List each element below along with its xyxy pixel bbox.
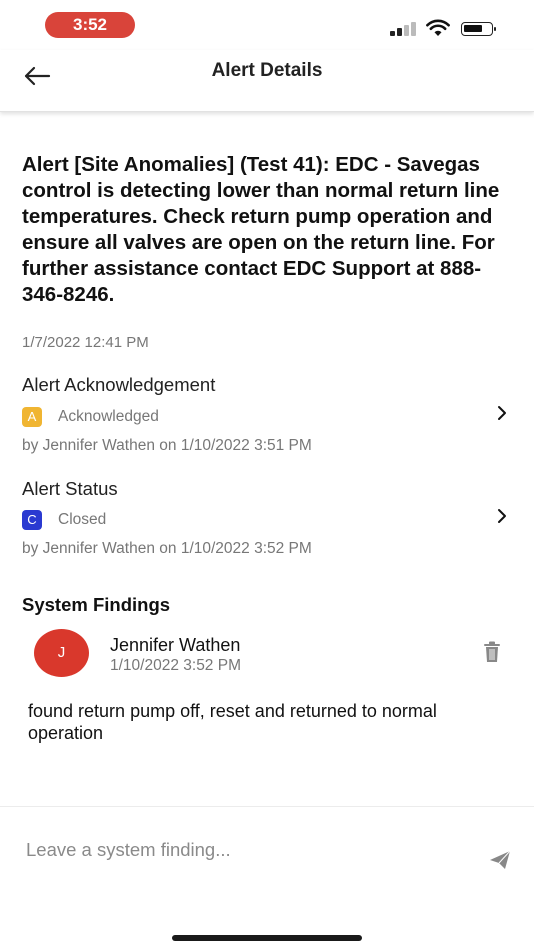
acknowledgement-status: Acknowledged <box>58 408 159 425</box>
alert-status-value: Closed <box>58 511 107 528</box>
acknowledgement-by: by Jennifer Wathen on 1/10/2022 3:51 PM <box>22 437 312 454</box>
chevron-right-icon[interactable] <box>494 506 510 526</box>
battery-icon <box>461 22 496 36</box>
finding-date: 1/10/2022 3:52 PM <box>110 657 241 674</box>
home-indicator <box>172 935 362 941</box>
send-icon[interactable] <box>488 849 512 871</box>
finding-text: found return pump off, reset and returne… <box>28 701 437 743</box>
cellular-signal-icon <box>390 22 418 36</box>
alert-status-by: by Jennifer Wathen on 1/10/2022 3:52 PM <box>22 540 312 557</box>
status-time: 3:52 <box>45 12 135 38</box>
alert-date: 1/7/2022 12:41 PM <box>22 334 149 351</box>
page-title: Alert Details <box>211 60 323 81</box>
avatar: J <box>34 629 89 677</box>
acknowledgement-title: Alert Acknowledgement <box>22 374 216 395</box>
alert-message: Alert [Site Anomalies] (Test 41): EDC - … <box>22 153 500 306</box>
system-findings-title: System Findings <box>22 594 171 615</box>
finding-composer <box>0 806 534 950</box>
finding-author: Jennifer Wathen <box>110 635 241 655</box>
alert-status-title: Alert Status <box>22 478 118 499</box>
closed-badge: C <box>22 510 42 530</box>
acknowledged-badge: A <box>22 407 42 427</box>
finding-input[interactable] <box>26 835 466 865</box>
trash-icon[interactable] <box>483 641 501 663</box>
app-header: Alert Details <box>0 50 534 112</box>
wifi-icon <box>426 19 450 36</box>
chevron-right-icon[interactable] <box>494 403 510 423</box>
status-bar: 3:52 <box>0 0 534 50</box>
